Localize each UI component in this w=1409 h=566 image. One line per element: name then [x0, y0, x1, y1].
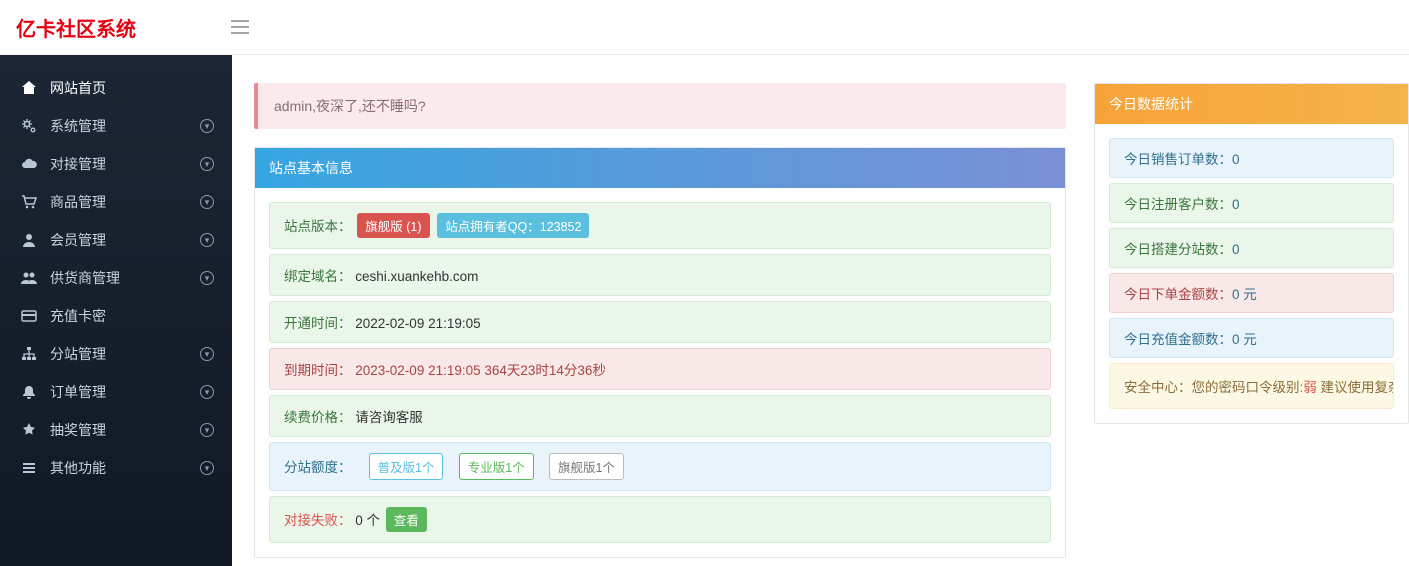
value: 0 元 [1232, 332, 1257, 347]
stat-row-1: 今日注册客户数：0 [1109, 183, 1394, 223]
label: 分站额度： [284, 460, 352, 475]
home-icon [18, 80, 40, 96]
quota-row: 分站额度： 普及版1个 专业版1个 旗舰版1个 [269, 442, 1051, 491]
sidebar-item-label: 对接管理 [50, 154, 200, 174]
sidebar: 网站首页系统管理▾对接管理▾商品管理▾会员管理▾供货商管理▾充值卡密分站管理▾订… [0, 55, 232, 566]
user-icon [18, 232, 40, 248]
chevron-down-icon: ▾ [200, 271, 214, 285]
stat-row-3: 今日下单金额数：0 元 [1109, 273, 1394, 313]
sidebar-item-label: 供货商管理 [50, 268, 200, 288]
sidebar-item-label: 其他功能 [50, 458, 200, 478]
label: 今日充值金额数： [1124, 332, 1232, 347]
label: 对接失败： [284, 513, 352, 528]
label: 安全中心： [1124, 380, 1192, 395]
chevron-down-icon: ▾ [200, 233, 214, 247]
chevron-down-icon: ▾ [200, 157, 214, 171]
site-info-card: 站点基本信息 站点版本： 旗舰版 (1) 站点拥有者QQ：123852 绑定域名… [254, 147, 1066, 558]
sitemap-icon [18, 346, 40, 362]
sidebar-item-0[interactable]: 网站首页 [0, 69, 232, 107]
sidebar-item-1[interactable]: 系统管理▾ [0, 107, 232, 145]
sidebar-item-8[interactable]: 订单管理▾ [0, 373, 232, 411]
bell-icon [18, 384, 40, 400]
label: 续费价格： [284, 410, 352, 425]
dock-fail-row: 对接失败： 0 个 查看 [269, 496, 1051, 543]
chevron-down-icon: ▾ [200, 461, 214, 475]
chevron-down-icon: ▾ [200, 385, 214, 399]
sidebar-item-label: 网站首页 [50, 78, 214, 98]
value: 0 [1232, 197, 1240, 212]
value: 请咨询客服 [355, 410, 423, 425]
card-icon [18, 308, 40, 324]
chevron-down-icon: ▾ [200, 423, 214, 437]
sidebar-item-label: 充值卡密 [50, 306, 214, 326]
stat-row-0: 今日销售订单数：0 [1109, 138, 1394, 178]
label: 绑定域名： [284, 269, 352, 284]
content: admin,夜深了,还不睡吗? 站点基本信息 站点版本： 旗舰版 (1) 站点拥… [232, 55, 1409, 566]
renew-row: 续费价格： 请咨询客服 [269, 395, 1051, 437]
stat-row-2: 今日搭建分站数：0 [1109, 228, 1394, 268]
stats-title: 今日数据统计 [1095, 84, 1408, 124]
label: 今日下单金额数： [1124, 287, 1232, 302]
security-row: 安全中心：您的密码口令级别:弱 建议使用复杂一点密 [1109, 363, 1394, 409]
gears-icon [18, 118, 40, 134]
sidebar-item-label: 系统管理 [50, 116, 200, 136]
sidebar-item-label: 抽奖管理 [50, 420, 200, 440]
quota-ult: 旗舰版1个 [549, 453, 624, 480]
cloud-icon [18, 156, 40, 172]
sidebar-item-label: 商品管理 [50, 192, 200, 212]
owner-badge: 站点拥有者QQ：123852 [437, 213, 589, 238]
users-icon [18, 270, 40, 286]
value: 0 个 [355, 513, 380, 528]
value: ceshi.xuankehb.com [355, 269, 478, 284]
sidebar-item-7[interactable]: 分站管理▾ [0, 335, 232, 373]
value: 2023-02-09 21:19:05 364天23时14分36秒 [355, 363, 606, 378]
star-icon [18, 422, 40, 438]
sidebar-item-5[interactable]: 供货商管理▾ [0, 259, 232, 297]
menu-toggle-icon[interactable] [231, 20, 249, 34]
quota-pro: 专业版1个 [459, 453, 534, 480]
label: 站点版本： [284, 219, 352, 234]
open-time-row: 开通时间： 2022-02-09 21:19:05 [269, 301, 1051, 343]
stats-card: 今日数据统计 今日销售订单数：0今日注册客户数：0今日搭建分站数：0今日下单金额… [1094, 83, 1409, 424]
chevron-down-icon: ▾ [200, 119, 214, 133]
sidebar-item-label: 订单管理 [50, 382, 200, 402]
value: 2022-02-09 21:19:05 [355, 316, 480, 331]
topbar: 亿卡社区系统 [0, 0, 1409, 55]
sidebar-item-9[interactable]: 抽奖管理▾ [0, 411, 232, 449]
expire-row: 到期时间： 2023-02-09 21:19:05 364天23时14分36秒 [269, 348, 1051, 390]
site-info-title: 站点基本信息 [255, 148, 1065, 188]
brand-title: 亿卡社区系统 [16, 13, 231, 42]
label: 今日注册客户数： [1124, 197, 1232, 212]
chevron-down-icon: ▾ [200, 347, 214, 361]
label: 今日搭建分站数： [1124, 242, 1232, 257]
sidebar-item-10[interactable]: 其他功能▾ [0, 449, 232, 487]
list-icon [18, 460, 40, 476]
quota-basic: 普及版1个 [369, 453, 444, 480]
value: 0 元 [1232, 287, 1257, 302]
cart-icon [18, 194, 40, 210]
version-badge: 旗舰版 (1) [357, 213, 429, 238]
sidebar-item-label: 会员管理 [50, 230, 200, 250]
view-button[interactable]: 查看 [386, 507, 427, 532]
sidebar-item-label: 分站管理 [50, 344, 200, 364]
pwd-level: 弱 [1303, 380, 1317, 395]
value: 0 [1232, 152, 1240, 167]
sidebar-item-3[interactable]: 商品管理▾ [0, 183, 232, 221]
sidebar-item-2[interactable]: 对接管理▾ [0, 145, 232, 183]
sidebar-item-6[interactable]: 充值卡密 [0, 297, 232, 335]
chevron-down-icon: ▾ [200, 195, 214, 209]
site-version-row: 站点版本： 旗舰版 (1) 站点拥有者QQ：123852 [269, 202, 1051, 249]
label: 今日销售订单数： [1124, 152, 1232, 167]
label: 到期时间： [284, 363, 352, 378]
greeting-alert: admin,夜深了,还不睡吗? [254, 83, 1066, 129]
value: 0 [1232, 242, 1240, 257]
sidebar-item-4[interactable]: 会员管理▾ [0, 221, 232, 259]
domain-row: 绑定域名： ceshi.xuankehb.com [269, 254, 1051, 296]
stat-row-4: 今日充值金额数：0 元 [1109, 318, 1394, 358]
label: 开通时间： [284, 316, 352, 331]
